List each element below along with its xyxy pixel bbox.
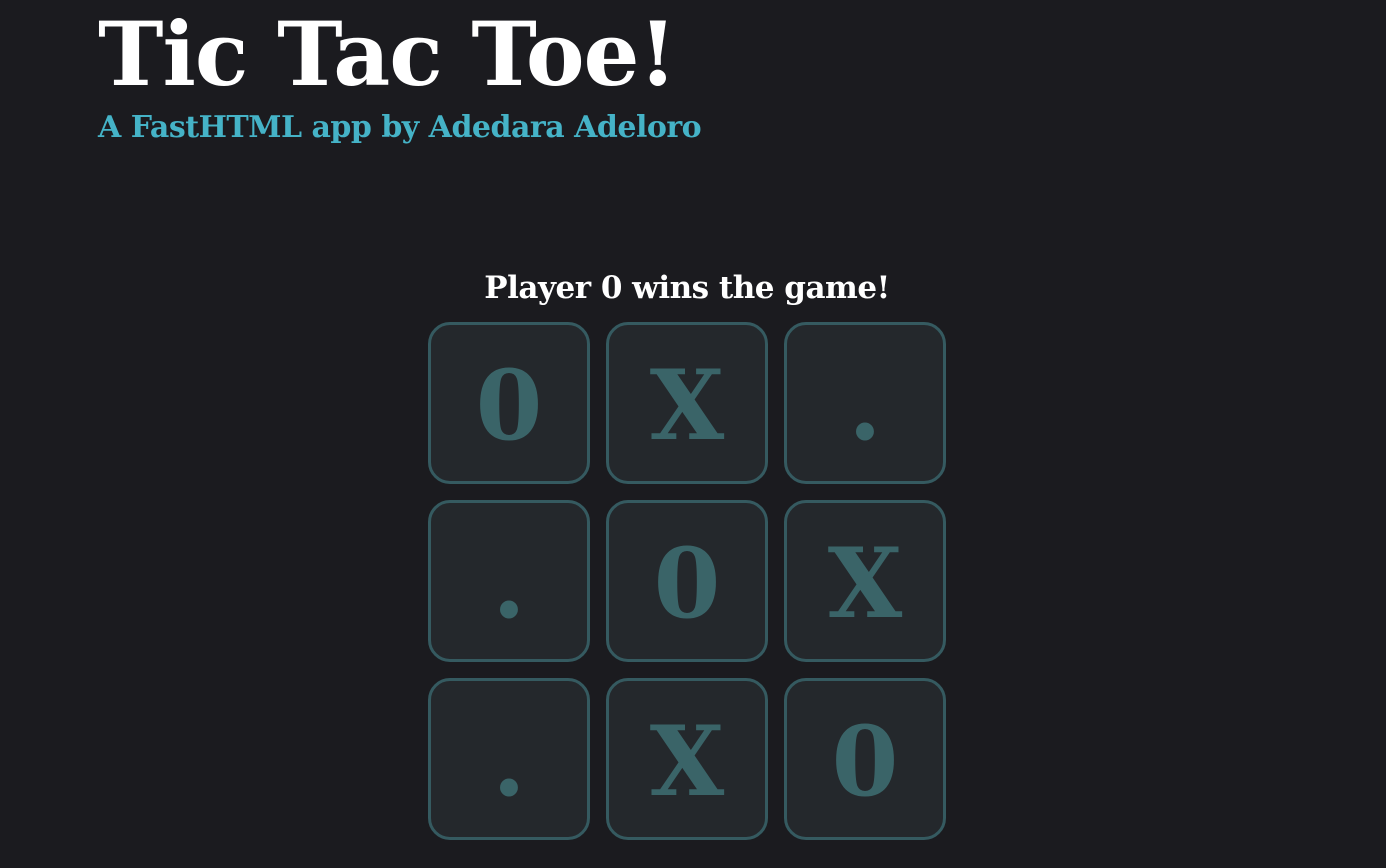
game-status: Player 0 wins the game! (484, 270, 890, 306)
board-cell-r2-c3[interactable]: X (784, 500, 946, 662)
game-board: 0 X . . 0 X . X 0 (428, 322, 946, 840)
header: Tic Tac Toe! A FastHTML app by Adedara A… (98, 0, 702, 148)
board-cell-r2-c1[interactable]: . (428, 500, 590, 662)
board-cell-r3-c3[interactable]: 0 (784, 678, 946, 840)
page-title: Tic Tac Toe! (98, 2, 677, 106)
board-cell-r3-c1[interactable]: . (428, 678, 590, 840)
page-subtitle: A FastHTML app by Adedara Adeloro (98, 110, 702, 145)
board-cell-r1-c2[interactable]: X (606, 322, 768, 484)
board-cell-r1-c3[interactable]: . (784, 322, 946, 484)
board-cell-r2-c2[interactable]: 0 (606, 500, 768, 662)
board-cell-r3-c2[interactable]: X (606, 678, 768, 840)
board-cell-r1-c1[interactable]: 0 (428, 322, 590, 484)
